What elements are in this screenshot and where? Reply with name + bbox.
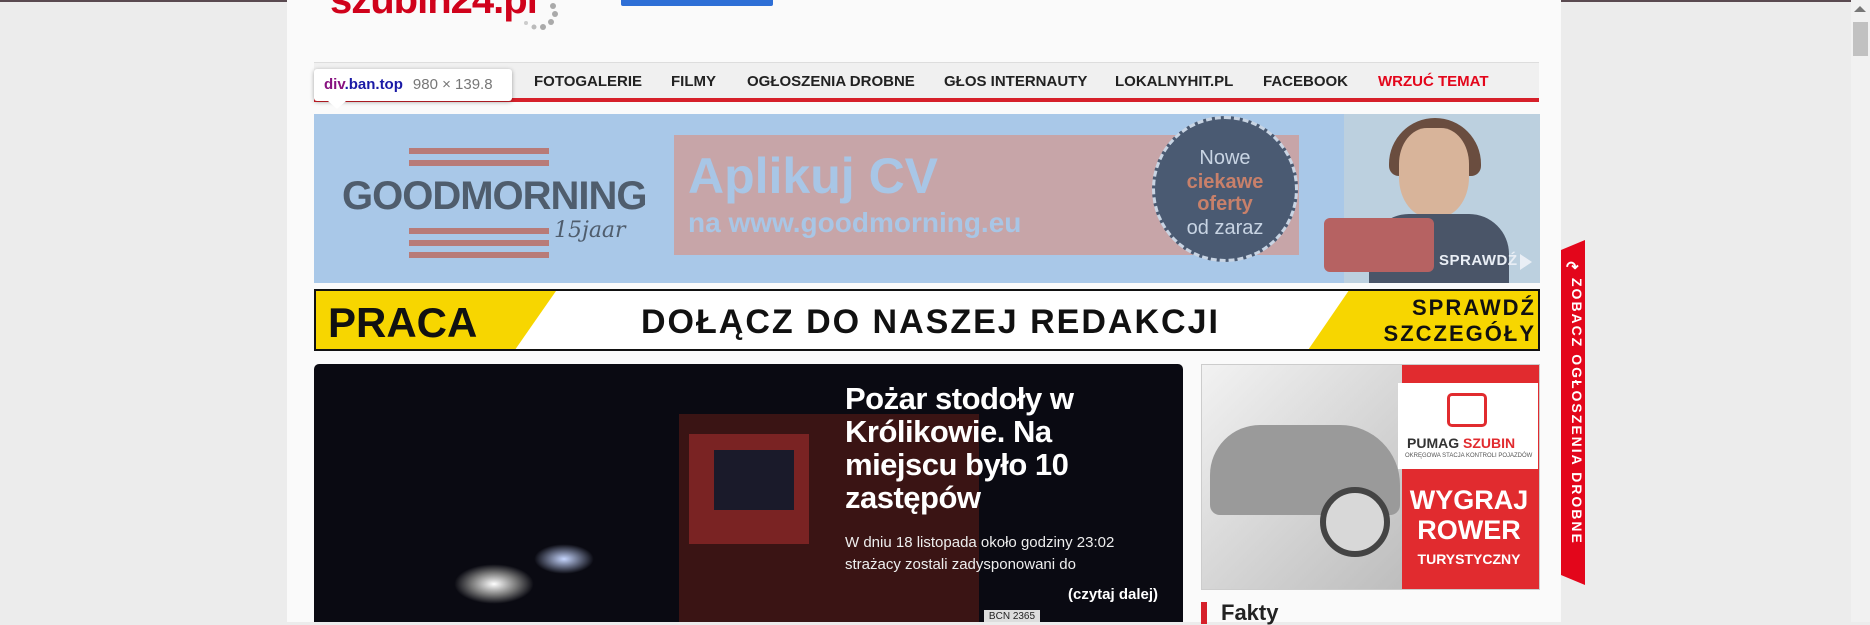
hero-title[interactable]: Pożar stodoły w Królikowie. Na miejscu b… [845,382,1105,514]
hero-excerpt: W dniu 18 listopada około godziny 23:02 … [845,534,1115,573]
pumag-brand-city: SZUBIN [1463,435,1516,451]
banner-cta[interactable]: SPRAWDŹ [1439,252,1518,269]
car-wheel [1320,487,1390,557]
tooltip-tag: div [324,76,345,93]
devtools-element-tooltip: div.ban.top 980 × 139.8 [314,69,512,101]
praca-cta: SPRAWDŹ SZCZEGÓŁY [1376,295,1536,347]
logo-text: szubin24.pl [330,0,538,22]
badge-line-3: oferty [1197,193,1253,215]
nav-glos-internauty[interactable]: GŁOS INTERNAUTY [944,73,1087,90]
badge-line-1: Nowe [1199,147,1251,169]
arrow-curve-icon: ↷ [1566,259,1579,276]
ad-headline-2: ROWER [1417,515,1521,545]
ad-headline: WYGRAJ ROWER [1404,485,1534,545]
pumag-brand: PUMAG SZUBIN [1407,435,1515,451]
goodmorning-brand-sub: 15jaar [554,218,626,243]
ad-headline-1: WYGRAJ [1409,485,1529,515]
badge-line-4: od zaraz [1186,217,1264,239]
cv-title: Aplikuj CV [688,148,939,204]
tooltip-arrow [328,101,346,109]
offer-badge: Nowe ciekawe oferty od zaraz [1152,116,1298,262]
tooltip-dimensions: 980 × 139.8 [412,76,493,93]
read-more-link[interactable]: (czytaj dalej) [1068,586,1158,603]
side-tab-label[interactable]: ZOBACZ OGŁOSZENIA DROBNE [1565,278,1585,545]
nav-filmy[interactable]: FILMY [671,73,716,90]
pumag-ad[interactable]: PUMAG SZUBIN OKRĘGOWA STACJA KONTROLI PO… [1201,364,1540,590]
goodmorning-brand: GOODMORNING [342,174,648,218]
headlight-glow [454,564,534,604]
pumag-logo-icon [1447,393,1487,427]
scroll-up-icon[interactable] [1854,6,1866,12]
woman-face [1399,128,1469,218]
section-heading-fakty[interactable]: Fakty [1201,602,1278,624]
nav-lokalnyhit[interactable]: LOKALNYHIT.PL [1115,73,1233,90]
praca-headline: DOŁĄCZ DO NASZEJ REDAKCJI [641,303,1220,341]
strawberry-basket [1324,218,1434,272]
praca-cta-line-1: SPRAWDŹ [1412,295,1536,320]
logo-dots-icon [524,3,558,30]
nav-wrzuc-temat[interactable]: WRZUĆ TEMAT [1378,73,1489,90]
cv-url: na www.goodmorning.eu [688,207,1022,238]
site-logo[interactable]: szubin24.pl [330,0,570,36]
pumag-brand-name: PUMAG [1407,435,1460,451]
goodmorning-banner[interactable]: GOODMORNING 15jaar Aplikuj CV na www.goo… [314,114,1540,283]
praca-cta-line-2: SZCZEGÓŁY [1383,321,1536,346]
siren-glow [534,544,594,574]
fire-truck-window [714,450,794,510]
praca-label: PRACA [328,299,478,346]
license-plate: BCN 2365 [984,610,1040,622]
scrollbar-track[interactable] [1851,0,1870,622]
play-arrow-icon [1520,254,1532,270]
header-blue-strip [621,0,773,6]
praca-banner[interactable]: PRACA DOŁĄCZ DO NASZEJ REDAKCJI SPRAWDŹ … [314,289,1540,351]
tooltip-class: .ban.top [344,76,403,93]
badge-line-2: ciekawe [1186,171,1264,193]
ad-headline-3: TURYSTYCZNY [1417,551,1521,567]
nav-ogloszenia-drobne[interactable]: OGŁOSZENIA DROBNE [747,73,915,90]
pumag-tagline: OKRĘGOWA STACJA KONTROLI POJAZDÓW [1405,453,1533,459]
nav-fotogalerie[interactable]: FOTOGALERIE [534,73,642,90]
nav-facebook[interactable]: FACEBOOK [1263,73,1348,90]
hero-article[interactable]: BCN 2365 Pożar stodoły w Królikowie. Na … [314,364,1183,622]
scrollbar-thumb[interactable] [1853,22,1868,56]
